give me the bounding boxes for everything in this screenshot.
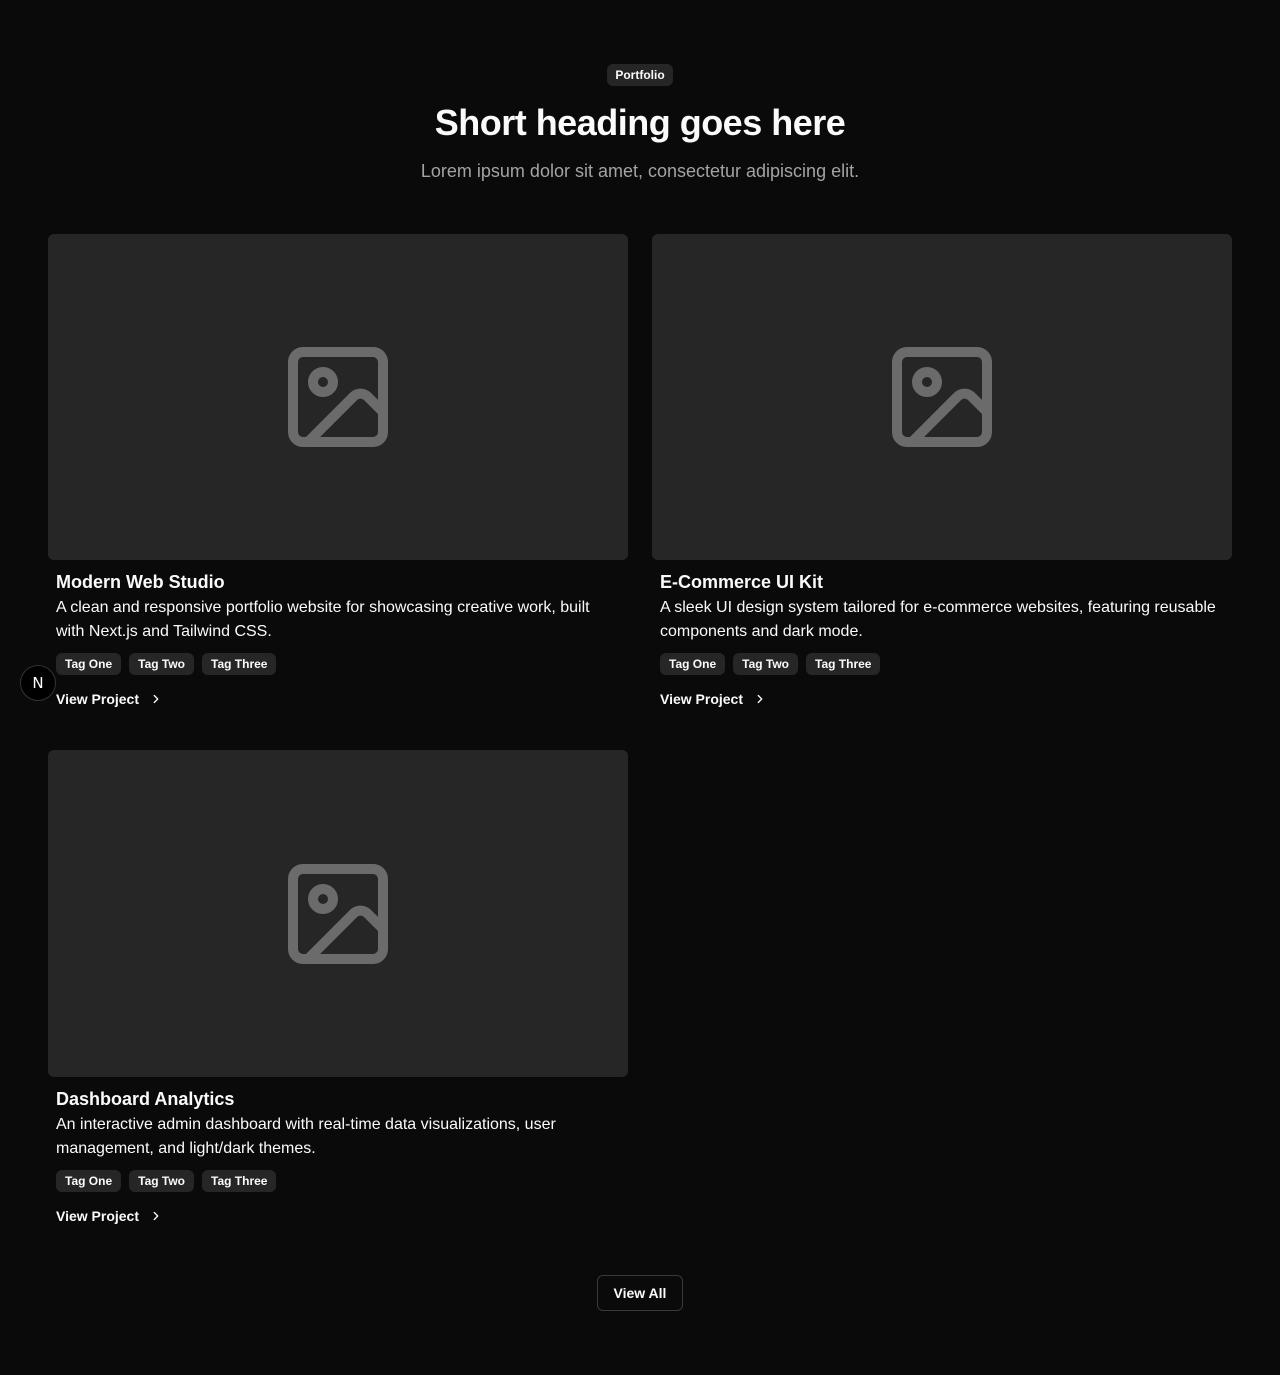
project-tag: Tag One (56, 653, 122, 675)
chevron-right-icon (153, 694, 159, 704)
project-tags: Tag One Tag Two Tag Three (56, 653, 620, 675)
project-image (652, 234, 1232, 560)
project-image (48, 234, 628, 560)
project-card: Dashboard Analytics An interactive admin… (48, 750, 628, 1226)
section-subheading: Lorem ipsum dolor sit amet, consectetur … (420, 161, 860, 181)
project-tag: Tag Three (806, 653, 881, 675)
project-title: E-Commerce UI Kit (660, 572, 824, 592)
project-tag: Tag Two (733, 653, 799, 675)
project-tag: Tag Two (129, 653, 195, 675)
project-tags: Tag One Tag Two Tag Three (56, 1170, 620, 1192)
project-tag: Tag Three (202, 1170, 277, 1192)
view-project-link[interactable]: View Project (660, 689, 767, 709)
view-project-link[interactable]: View Project (56, 689, 163, 709)
view-project-link[interactable]: View Project (56, 1206, 163, 1226)
nextjs-logo-icon[interactable]: N (20, 665, 56, 701)
chevron-right-icon (757, 694, 763, 704)
project-tag: Tag Two (129, 1170, 195, 1192)
section-header: Portfolio Short heading goes here Lorem … (0, 64, 1280, 184)
project-tag: Tag One (660, 653, 726, 675)
project-tags: Tag One Tag Two Tag Three (660, 653, 1224, 675)
project-title: Modern Web Studio (56, 572, 225, 592)
image-placeholder-icon (288, 347, 388, 447)
project-description: An interactive admin dashboard with real… (56, 1116, 556, 1157)
project-card: Modern Web Studio A clean and responsive… (48, 234, 628, 709)
project-title: Dashboard Analytics (56, 1089, 235, 1109)
project-image (48, 750, 628, 1077)
project-card-body: E-Commerce UI Kit A sleek UI design syst… (652, 560, 1232, 709)
section-badge: Portfolio (607, 64, 673, 86)
image-placeholder-icon (288, 863, 388, 964)
project-tag: Tag Three (202, 653, 277, 675)
project-card-body: Dashboard Analytics An interactive admin… (48, 1077, 628, 1226)
view-all-button[interactable]: View All (597, 1275, 683, 1311)
project-card-body: Modern Web Studio A clean and responsive… (48, 560, 628, 709)
project-tag: Tag One (56, 1170, 122, 1192)
chevron-right-icon (153, 1211, 159, 1221)
section-heading: Short heading goes here (434, 102, 846, 143)
project-card: E-Commerce UI Kit A sleek UI design syst… (652, 234, 1232, 709)
view-project-label: View Project (56, 1208, 140, 1224)
view-project-label: View Project (56, 691, 140, 707)
view-project-label: View Project (660, 691, 744, 707)
portfolio-section: Portfolio Short heading goes here Lorem … (0, 0, 1280, 1375)
image-placeholder-icon (892, 347, 992, 447)
dev-badge-letter: N (32, 673, 44, 692)
project-description: A sleek UI design system tailored for e-… (660, 599, 1216, 640)
project-description: A clean and responsive portfolio website… (56, 599, 590, 640)
